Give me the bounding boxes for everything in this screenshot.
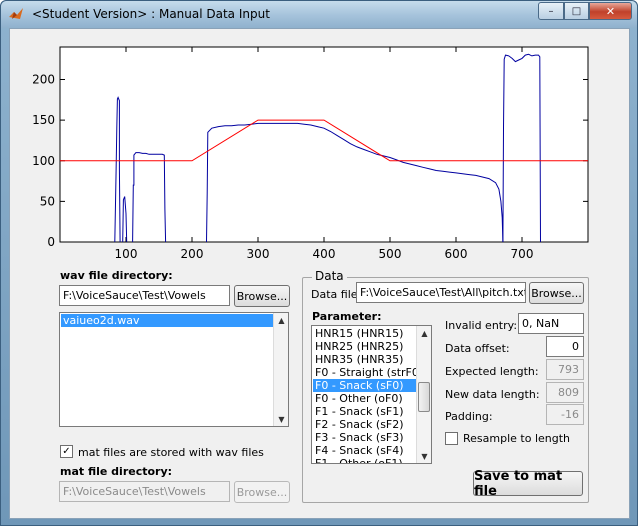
mat-dir-label: mat file directory:: [60, 465, 173, 478]
y-tick-label: 100: [32, 154, 55, 168]
plot-area: [59, 46, 589, 243]
minimize-icon: –: [548, 5, 554, 17]
data-file-field[interactable]: F:\VoiceSauce\Test\All\pitch.txt: [356, 282, 526, 303]
parameter-list-scrollbar[interactable]: ▲ ▼: [416, 326, 431, 463]
y-tick-label: 50: [40, 194, 55, 208]
mat-with-wav-checkbox[interactable]: ✓: [60, 445, 73, 458]
padding-field: -16: [546, 404, 584, 425]
resample-checkbox[interactable]: [445, 432, 458, 445]
client-area: 100 200 300 400 500 600 700 0 50 100 150 200 wav fi…: [9, 28, 630, 519]
list-item[interactable]: F3 - Snack (sF3): [313, 431, 416, 444]
mat-dir-field[interactable]: F:\VoiceSauce\Test\Vowels: [59, 481, 230, 502]
new-length-label: New data length:: [445, 388, 540, 401]
app-window: <Student Version> : Manual Data Input – …: [0, 0, 638, 526]
x-tick-label: 400: [313, 247, 336, 261]
maximize-button[interactable]: □: [564, 2, 589, 20]
pitch-plot-axes[interactable]: 100 200 300 400 500 600 700 0 50 100 150 200: [10, 29, 629, 269]
x-tick-label: 300: [247, 247, 270, 261]
x-tick-label: 600: [445, 247, 468, 261]
list-item[interactable]: F0 - Straight (strF0): [313, 366, 423, 379]
matlab-logo-icon: [9, 8, 23, 19]
list-item[interactable]: F0 - Other (oF0): [313, 392, 416, 405]
checkmark-icon: ✓: [62, 446, 71, 457]
data-group-title: Data: [312, 269, 347, 283]
mat-with-wav-label: mat files are stored with wav files: [78, 446, 264, 459]
scroll-up-icon[interactable]: ▲: [417, 326, 431, 340]
scroll-down-icon[interactable]: ▼: [417, 449, 431, 463]
close-button[interactable]: ✕: [589, 2, 632, 20]
minimize-button[interactable]: –: [538, 2, 564, 20]
list-item[interactable]: F4 - Snack (sF4): [313, 444, 416, 457]
data-file-browse-button[interactable]: Browse...: [529, 282, 584, 304]
x-tick-label: 700: [511, 247, 534, 261]
list-item[interactable]: HNR15 (HNR15): [313, 327, 416, 340]
wav-dir-field[interactable]: F:\VoiceSauce\Test\Vowels: [59, 285, 230, 306]
invalid-entry-label: Invalid entry:: [445, 319, 518, 332]
scroll-up-icon[interactable]: ▲: [274, 313, 288, 327]
data-offset-label: Data offset:: [445, 342, 510, 355]
padding-label: Padding:: [445, 410, 493, 423]
list-item[interactable]: HNR35 (HNR35): [313, 353, 416, 366]
save-to-mat-button[interactable]: Save to mat file: [473, 469, 583, 499]
data-offset-field[interactable]: 0: [546, 336, 584, 357]
data-file-label: Data file:: [311, 288, 362, 301]
y-tick-label: 0: [47, 235, 55, 249]
wav-browse-button[interactable]: Browse...: [234, 285, 290, 307]
list-item[interactable]: F1 - Other (oF1): [313, 457, 416, 463]
y-tick-label: 150: [32, 113, 55, 127]
list-item[interactable]: F1 - Snack (sF1): [313, 405, 416, 418]
invalid-entry-field[interactable]: 0, NaN: [518, 313, 584, 334]
wav-file-list[interactable]: vaiueo2d.wav ▲ ▼: [59, 312, 289, 427]
file-list-scrollbar[interactable]: ▲ ▼: [273, 313, 288, 426]
parameter-label: Parameter:: [312, 310, 382, 323]
expected-length-field: 793: [546, 359, 584, 380]
resample-label: Resample to length: [463, 432, 571, 445]
list-item[interactable]: F0 - Snack (sF0): [313, 379, 416, 392]
scroll-thumb[interactable]: [418, 382, 430, 412]
new-length-field: 809: [546, 382, 584, 403]
list-item[interactable]: F2 - Snack (sF2): [313, 418, 416, 431]
y-tick-label: 200: [32, 73, 55, 87]
wav-dir-label: wav file directory:: [60, 269, 173, 282]
scroll-down-icon[interactable]: ▼: [274, 412, 288, 426]
maximize-icon: □: [571, 5, 582, 17]
expected-length-label: Expected length:: [445, 365, 539, 378]
list-item[interactable]: HNR25 (HNR25): [313, 340, 416, 353]
parameter-list[interactable]: HNR15 (HNR15) HNR25 (HNR25) HNR35 (HNR35) F…: [311, 325, 432, 464]
mat-browse-button[interactable]: Browse...: [234, 481, 290, 503]
x-tick-label: 200: [181, 247, 204, 261]
title-bar[interactable]: <Student Version> : Manual Data Input – …: [1, 1, 637, 28]
window-title: <Student Version> : Manual Data Input: [32, 7, 270, 21]
x-tick-label: 500: [379, 247, 402, 261]
x-tick-label: 100: [115, 247, 138, 261]
list-item[interactable]: vaiueo2d.wav: [61, 314, 273, 327]
close-icon: ✕: [605, 4, 616, 18]
